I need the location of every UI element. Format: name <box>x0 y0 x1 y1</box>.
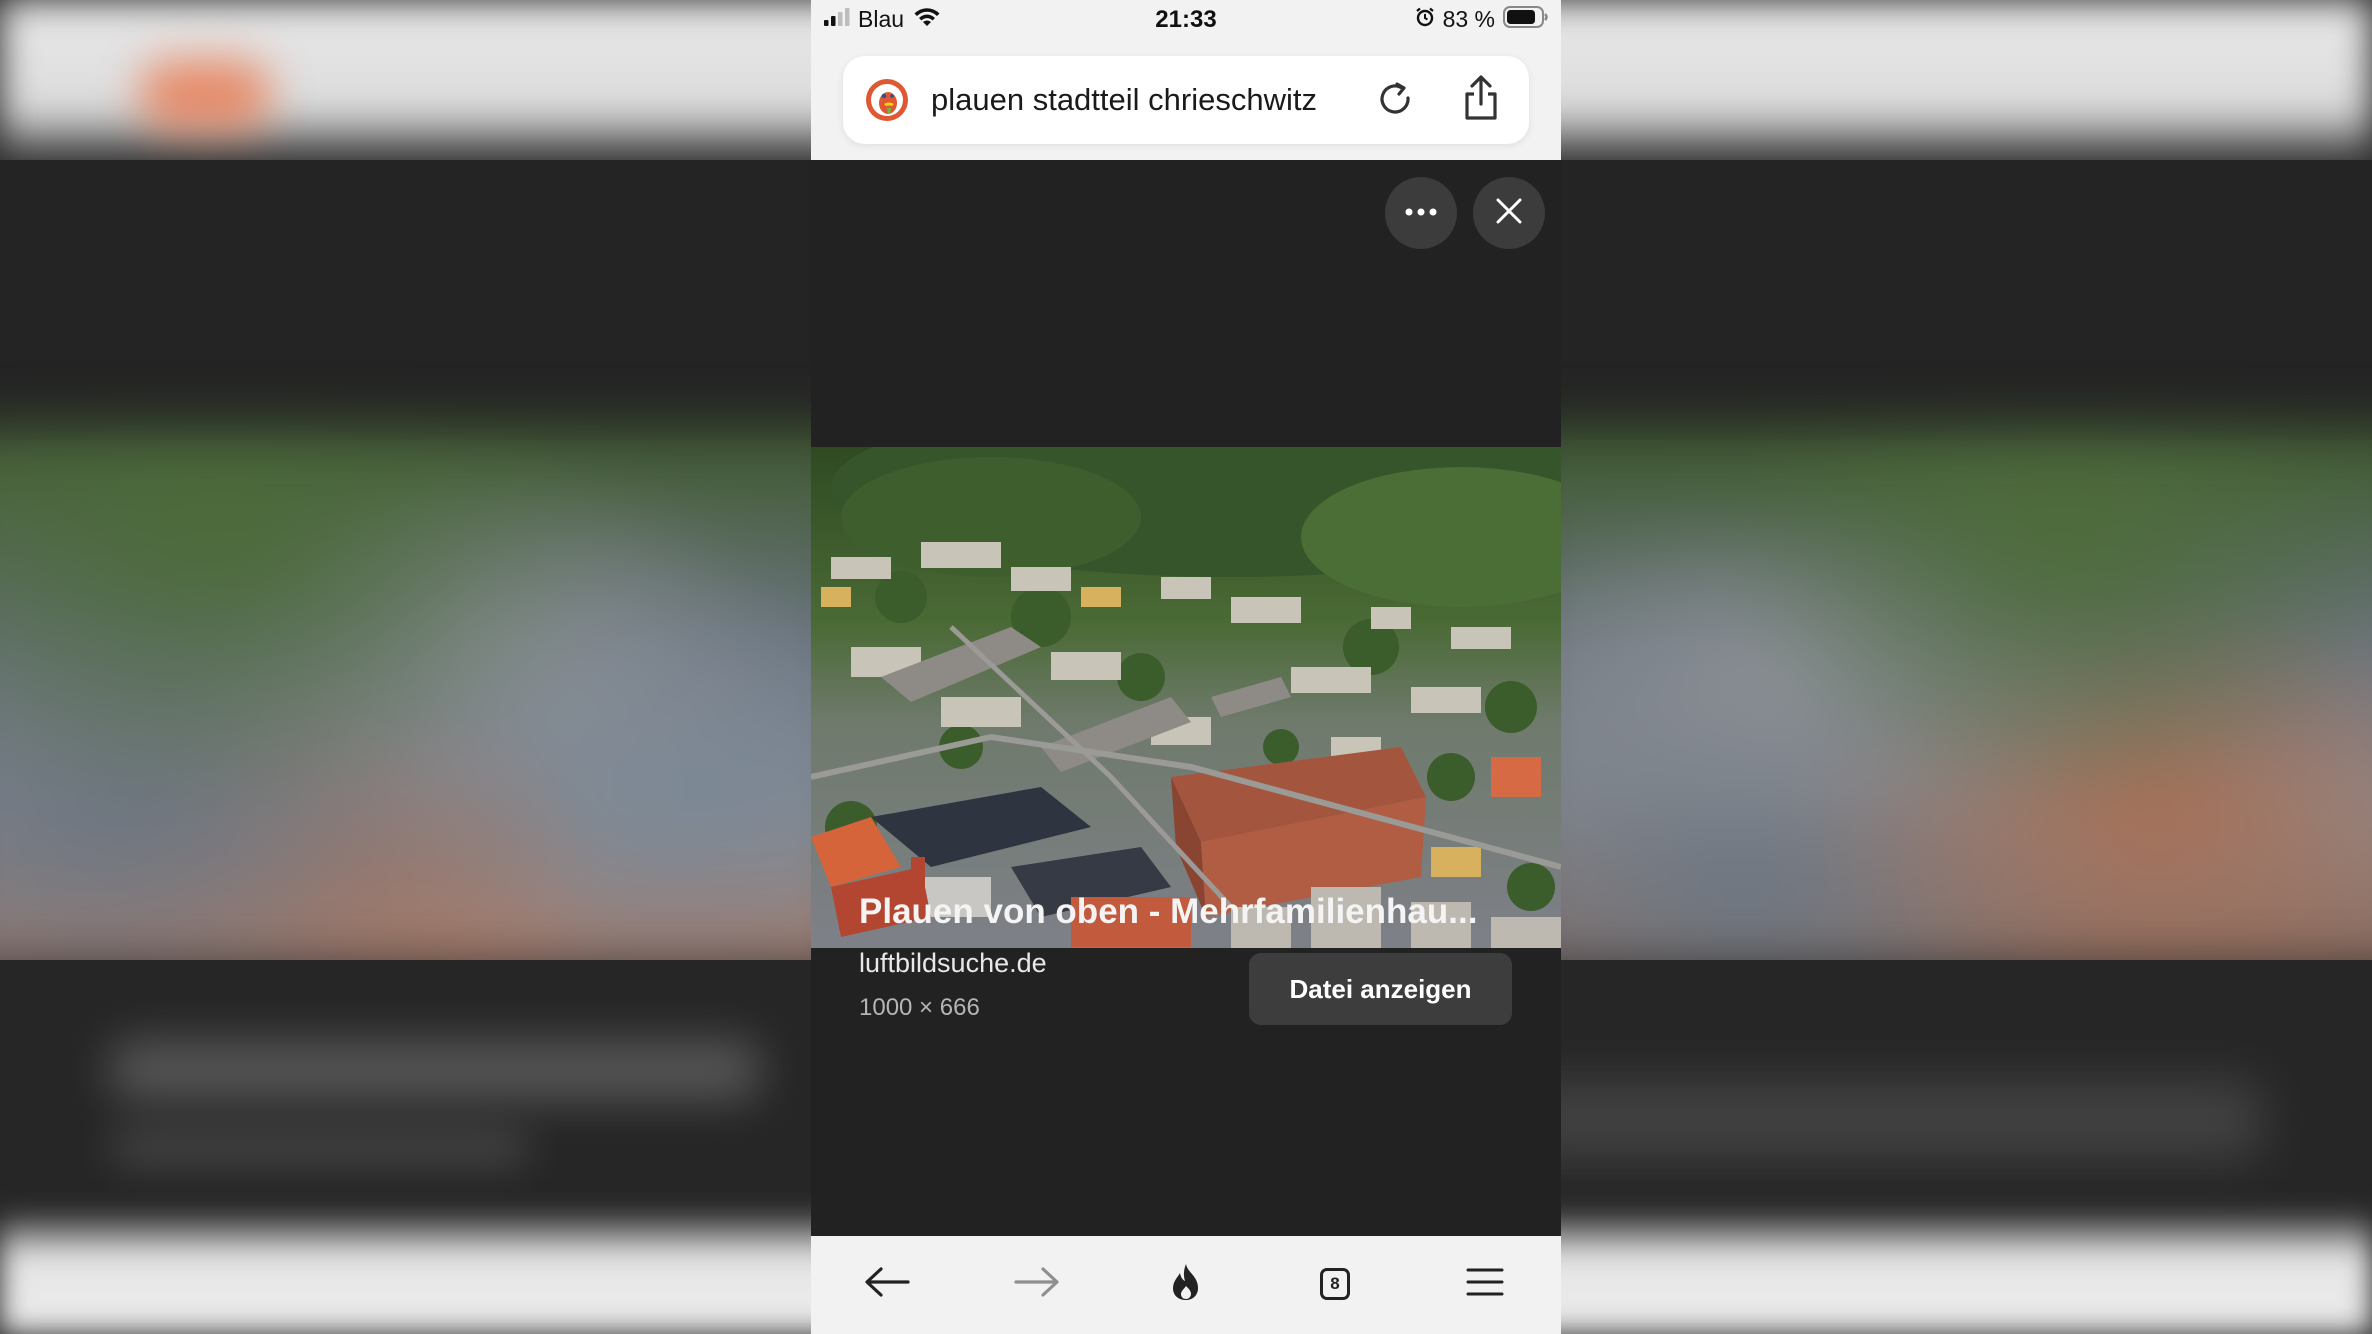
image-dimensions: 1000 × 666 <box>859 994 980 1021</box>
back-button[interactable] <box>861 1258 913 1310</box>
close-button[interactable] <box>1473 177 1545 249</box>
reload-icon[interactable] <box>1373 78 1417 122</box>
forward-button[interactable] <box>1011 1258 1063 1310</box>
search-query-text[interactable]: plauen stadtteil chrieschwitz <box>931 56 1317 144</box>
back-arrow-icon <box>864 1266 910 1303</box>
fire-button[interactable] <box>1160 1258 1212 1310</box>
image-title: Plauen von oben - Mehrfamilienhau... <box>859 892 1478 931</box>
status-bar: Blau 21:33 83 % <box>811 0 1561 42</box>
menu-icon <box>1466 1267 1504 1302</box>
share-icon[interactable] <box>1459 74 1503 122</box>
close-icon <box>1496 198 1522 229</box>
more-icon <box>1404 204 1438 222</box>
browser-top-chrome: Blau 21:33 83 % plauen stadtteil chriesc… <box>811 0 1561 160</box>
battery-icon <box>1503 6 1549 33</box>
address-bar[interactable]: plauen stadtteil chrieschwitz <box>843 56 1529 144</box>
tabs-button[interactable]: 8 <box>1309 1258 1361 1310</box>
more-button[interactable] <box>1385 177 1457 249</box>
forward-arrow-icon <box>1014 1266 1060 1303</box>
bottom-toolbar: 8 <box>811 1236 1561 1334</box>
image-source-domain[interactable]: luftbildsuche.de <box>859 948 1047 979</box>
phone-screen: Blau 21:33 83 % plauen stadtteil chriesc… <box>811 0 1561 1334</box>
aerial-city-image <box>811 447 1561 948</box>
menu-button[interactable] <box>1459 1258 1511 1310</box>
alarm-icon <box>1415 7 1435 32</box>
battery-percentage: 83 % <box>1442 6 1495 32</box>
view-file-button[interactable]: Datei anzeigen <box>1249 953 1512 1025</box>
fire-icon <box>1167 1262 1205 1307</box>
duckduckgo-logo-icon <box>865 78 909 122</box>
aerial-photo[interactable] <box>811 447 1561 948</box>
image-viewer <box>811 160 1561 1236</box>
tabs-icon: 8 <box>1320 1268 1350 1300</box>
